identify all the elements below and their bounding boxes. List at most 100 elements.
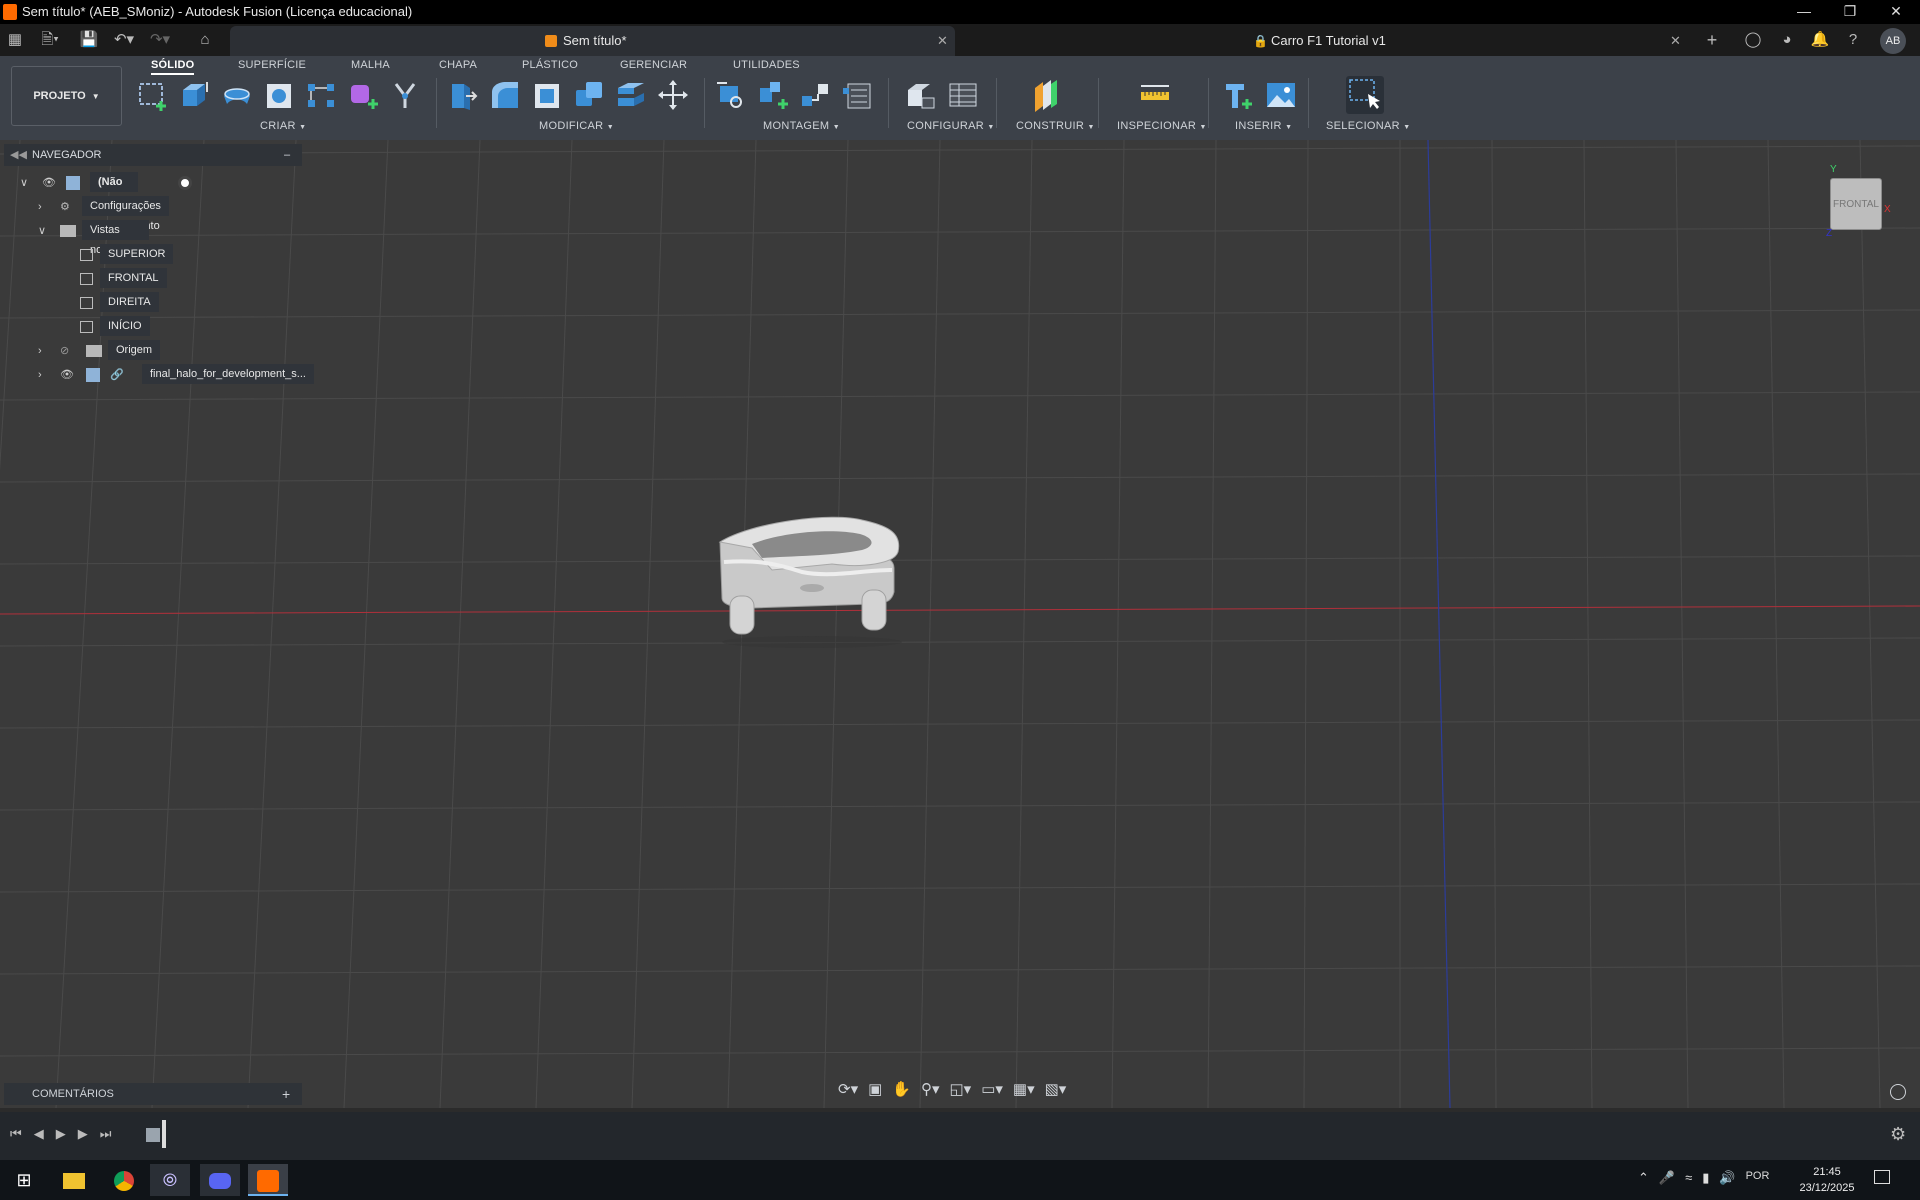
eye-icon[interactable]: 👁 [42,172,56,194]
redo-icon[interactable]: ↷▾ [148,28,172,52]
configuration-table-icon[interactable] [946,78,980,112]
discord-icon[interactable] [200,1164,240,1196]
new-component-icon[interactable] [756,78,790,112]
help-icon[interactable]: ? [1841,28,1865,52]
group-criar[interactable]: CRIAR ▼ [260,120,306,132]
go-to-start-icon[interactable]: ⏮ [10,1126,22,1142]
pattern-icon[interactable] [304,78,338,112]
offset-face-icon[interactable] [614,78,648,112]
3d-model-halo[interactable] [712,512,942,652]
eye-hidden-icon[interactable]: ⊘ [60,340,69,362]
collapse-panel-icon[interactable]: ◀◀ [10,144,27,166]
fillet-icon[interactable] [488,78,522,112]
close-tab-icon[interactable]: ✕ [1670,26,1681,56]
view-settings-icon[interactable] [1890,1084,1906,1100]
new-tab-icon[interactable]: + [1700,28,1724,52]
group-montagem[interactable]: MONTAGEM ▼ [763,120,840,132]
viewports-icon[interactable]: ▧▾ [1045,1080,1067,1104]
display-settings-icon[interactable]: ▭▾ [981,1080,1003,1104]
play-icon[interactable]: ▶ [56,1126,66,1142]
chevron-right-icon[interactable]: › [38,196,42,218]
chevron-down-icon[interactable]: ∨ [38,220,46,242]
show-hidden-icons-icon[interactable]: ⌃ [1638,1170,1649,1186]
tab-gerenciar[interactable]: GERENCIAR [620,59,687,71]
comments-panel[interactable]: COMENTÁRIOS + [4,1083,302,1105]
tab-utilidades[interactable]: UTILIDADES [733,59,800,71]
clock[interactable]: 21:45 23/12/2025 [1782,1164,1872,1196]
grid-settings-icon[interactable]: ▦▾ [1013,1080,1035,1104]
revolve-icon[interactable] [220,78,254,112]
create-sketch-icon[interactable] [136,78,170,112]
volume-icon[interactable]: 🔊 [1719,1170,1735,1186]
timeline-feature-icon[interactable] [146,1128,160,1142]
press-pull-icon[interactable] [446,78,480,112]
file-explorer-icon[interactable] [54,1164,94,1196]
project-button[interactable]: PROJETO ▼ [11,66,122,126]
bill-of-materials-icon[interactable] [840,78,874,112]
configure-component-icon[interactable] [904,78,938,112]
chevron-right-icon[interactable]: › [38,364,42,386]
group-configurar[interactable]: CONFIGURAR ▼ [907,120,995,132]
action-center-icon[interactable] [1874,1170,1890,1184]
go-to-end-icon[interactable]: ⏭ [100,1126,112,1142]
canvas-image-icon[interactable] [1264,78,1298,112]
restore-button[interactable]: ❐ [1827,0,1873,24]
pan-icon[interactable]: ✋ [892,1080,911,1104]
home-icon[interactable]: ⌂ [193,28,217,52]
zoom-icon[interactable]: ⚲▾ [921,1080,940,1104]
viewcube[interactable]: Y FRONTAL X Z [1826,164,1891,240]
chevron-right-icon[interactable]: › [38,340,42,362]
tab-superficie[interactable]: SUPERFÍCIE [238,59,306,71]
combine-icon[interactable] [572,78,606,112]
app-grid-icon[interactable]: ▦ [3,28,27,52]
add-comment-icon[interactable]: + [282,1083,290,1105]
close-window-button[interactable]: ✕ [1873,0,1919,24]
tab-malha[interactable]: MALHA [351,59,390,71]
tab-plastico[interactable]: PLÁSTICO [522,59,578,71]
minimize-button[interactable]: — [1781,0,1827,24]
undo-icon[interactable]: ↶▾ [112,28,136,52]
extrude-icon[interactable] [178,78,212,112]
start-icon[interactable]: ⊞ [4,1164,44,1196]
tab-carro-f1[interactable]: 🔒 Carro F1 Tutorial v1 ✕ [958,26,1681,56]
select-icon[interactable] [1346,76,1384,114]
shell-icon[interactable] [530,78,564,112]
arc-browser-icon[interactable]: ⦾ [150,1164,190,1196]
microphone-icon[interactable]: 🎤 [1659,1170,1675,1186]
language-indicator[interactable]: POR [1746,1170,1770,1186]
group-inserir[interactable]: INSERIR ▼ [1235,120,1292,132]
avatar[interactable]: AB [1880,28,1906,54]
joint-icon[interactable] [798,78,832,112]
step-forward-icon[interactable]: ▶ [78,1126,88,1142]
eye-icon[interactable]: 👁 [60,364,74,386]
notifications-icon[interactable]: 🔔 [1808,28,1832,52]
group-modificar[interactable]: MODIFICAR ▼ [539,120,614,132]
hole-icon[interactable] [262,78,296,112]
network-icon[interactable]: ≈ [1685,1170,1692,1186]
battery-icon[interactable]: ▮ [1702,1170,1709,1186]
tab-sem-titulo[interactable]: Sem título* ✕ [230,26,955,56]
orbit-icon[interactable]: ⟳▾ [838,1080,858,1104]
create-form-icon[interactable] [346,78,380,112]
timeline-settings-icon[interactable]: ⚙ [1890,1124,1906,1145]
fit-icon[interactable]: ◱▾ [950,1080,972,1104]
save-icon[interactable]: 💾 [77,28,101,52]
fusion-taskbar-icon[interactable] [248,1164,288,1196]
tab-chapa[interactable]: CHAPA [439,59,477,71]
3d-viewport[interactable]: Y FRONTAL X Z ⟳▾ ▣ ✋ ⚲▾ ◱▾ ▭▾ ▦▾ ▧▾ [0,140,1920,1108]
offset-plane-icon[interactable] [1029,78,1063,112]
chevron-down-icon[interactable]: ∨ [20,172,28,194]
group-selecionar[interactable]: SELECIONAR ▼ [1326,120,1411,132]
extensions-icon[interactable]: ◯ [1741,28,1765,52]
measure-icon[interactable] [1138,78,1172,112]
look-at-icon[interactable]: ▣ [868,1080,882,1104]
minimize-panel-icon[interactable]: – [284,144,290,166]
insert-derive-icon[interactable] [1222,78,1256,112]
move-copy-icon[interactable] [656,78,690,112]
file-menu-icon[interactable]: 🗎▾ [38,28,62,52]
group-construir[interactable]: CONSTRUIR ▼ [1016,120,1095,132]
tab-solido[interactable]: SÓLIDO [151,59,195,75]
step-back-icon[interactable]: ◀ [34,1126,44,1142]
timeline-marker[interactable] [162,1120,166,1148]
group-inspecionar[interactable]: INSPECIONAR ▼ [1117,120,1207,132]
